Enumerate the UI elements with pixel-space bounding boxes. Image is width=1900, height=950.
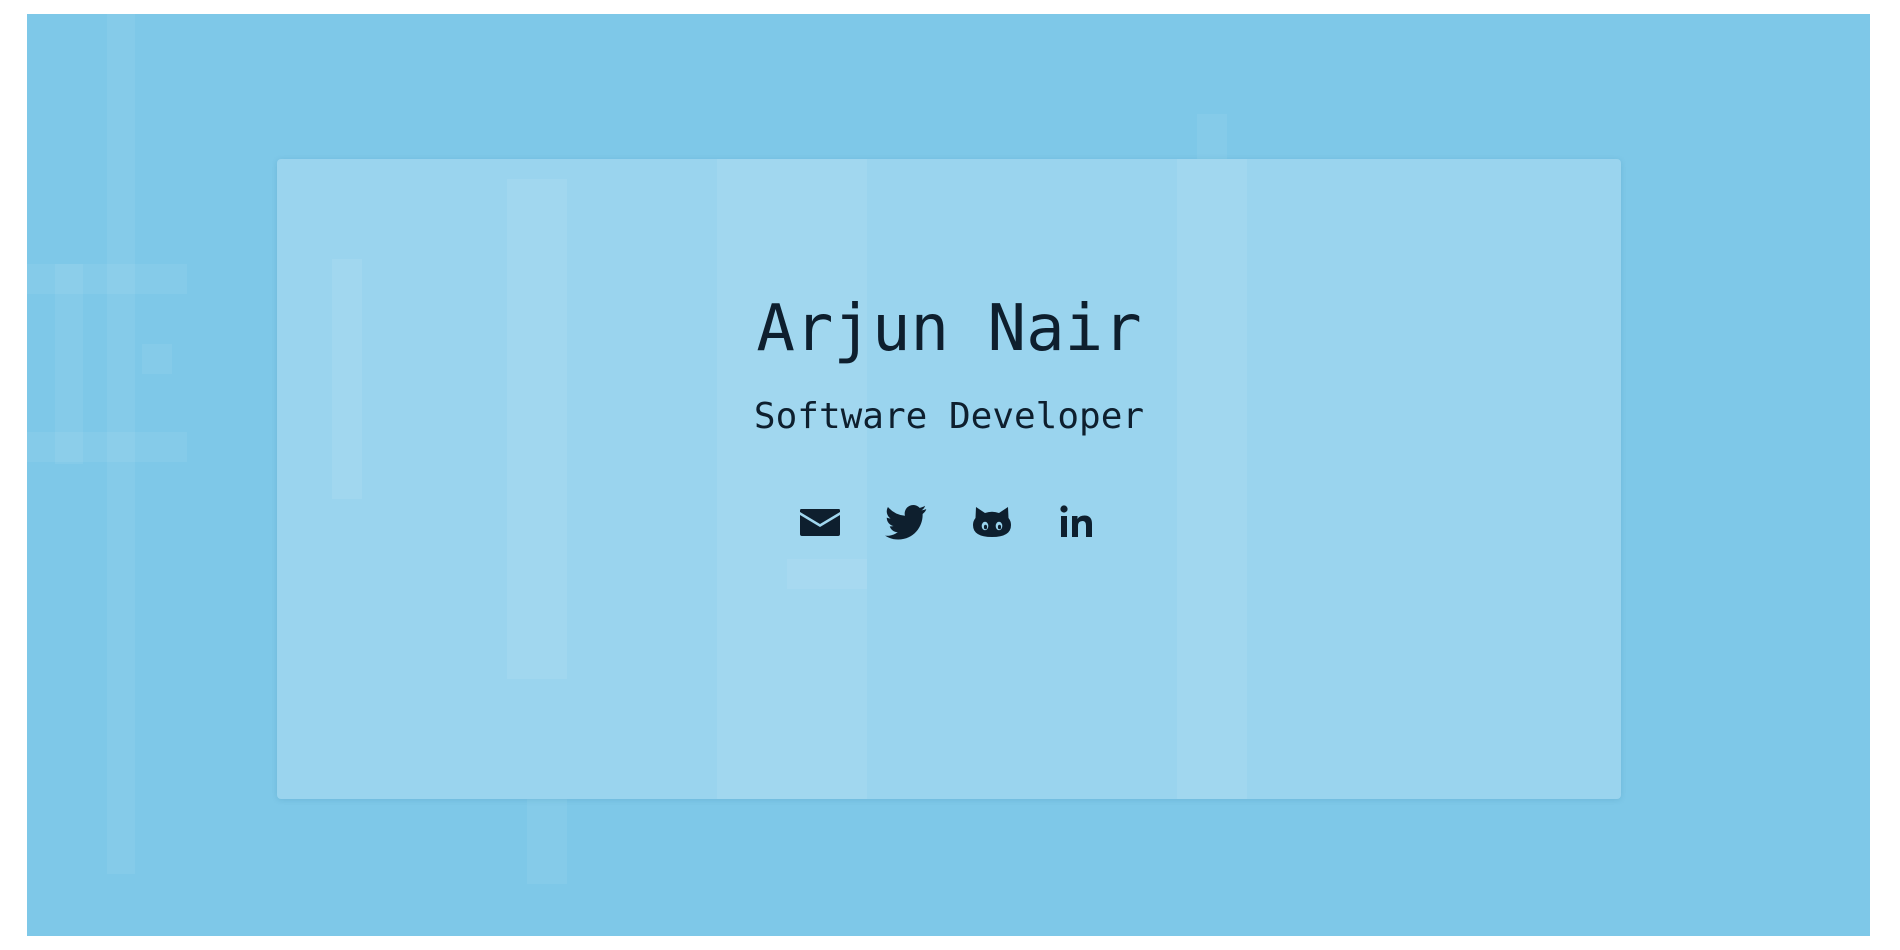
linkedin-icon: [1057, 501, 1099, 543]
linkedin-link[interactable]: [1057, 501, 1099, 543]
github-link[interactable]: [971, 501, 1013, 543]
page-background: Arjun Nair Software Developer: [27, 14, 1870, 936]
profile-title: Software Developer: [753, 396, 1145, 437]
card-pattern: [277, 159, 1621, 799]
profile-name: Arjun Nair: [756, 292, 1142, 366]
profile-card: Arjun Nair Software Developer: [277, 159, 1621, 799]
twitter-link[interactable]: [885, 501, 927, 543]
github-icon: [971, 501, 1013, 543]
social-links: [277, 501, 1621, 543]
envelope-icon: [799, 501, 841, 543]
twitter-icon: [885, 501, 927, 543]
email-link[interactable]: [799, 501, 841, 543]
